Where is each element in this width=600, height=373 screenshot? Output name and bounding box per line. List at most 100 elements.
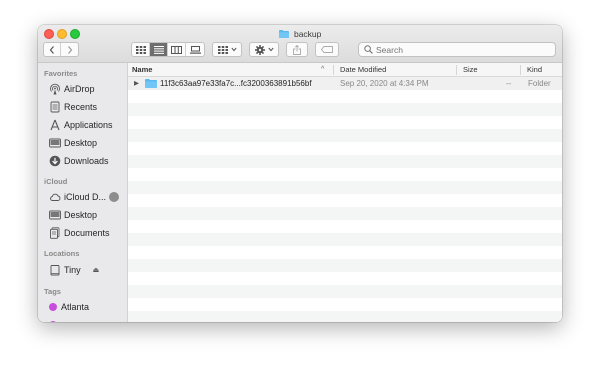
chevron-down-icon — [230, 47, 237, 52]
sidebar-item-label: Tiny — [64, 264, 81, 275]
sidebar-item-airdrop[interactable]: AirDrop — [49, 81, 95, 96]
sidebar-item-downloads[interactable]: Downloads — [49, 153, 109, 168]
sidebar-heading-tags: Tags — [44, 287, 61, 296]
sidebar-item-label: Atlanta — [61, 301, 90, 312]
table-row[interactable]: ▶ 11f3c63aa97e33fa7c...fc3200363891b56bf… — [128, 77, 562, 90]
empty-row — [128, 181, 562, 194]
desktop-icon — [49, 137, 61, 149]
group-by-button[interactable] — [212, 42, 242, 57]
column-divider[interactable] — [520, 65, 521, 75]
tag-button[interactable] — [315, 42, 339, 57]
sidebar-item-icloud-desktop[interactable]: Desktop — [49, 207, 97, 222]
purple-tag-dot-icon — [49, 320, 57, 322]
desktop-icon — [49, 209, 61, 221]
share-button[interactable] — [286, 42, 308, 57]
empty-row — [128, 259, 562, 272]
list-view-icon — [153, 45, 164, 54]
column-name-header[interactable]: Name — [132, 63, 152, 77]
laptop-icon — [49, 264, 61, 276]
sidebar-heading-favorites: Favorites — [44, 69, 78, 78]
finder-window: backup Search Favorites AirDrop Recents … — [38, 25, 562, 322]
search-input[interactable] — [373, 44, 546, 55]
sidebar-item-tag-atlanta[interactable]: Atlanta — [47, 299, 89, 314]
search-field[interactable] — [358, 42, 556, 57]
view-mode-control — [131, 42, 205, 57]
column-date-header[interactable]: Date Modified — [340, 63, 386, 77]
gear-icon — [254, 44, 265, 55]
chevron-down-icon — [267, 47, 274, 52]
file-date-modified: Sep 20, 2020 at 4:34 PM — [340, 79, 429, 88]
eject-icon[interactable]: ⏏ — [93, 266, 100, 274]
toolbar: backup — [38, 25, 562, 63]
forward-button[interactable] — [61, 43, 78, 56]
back-button[interactable] — [44, 43, 62, 56]
sidebar-item-icloud-drive[interactable]: iCloud D... — [49, 189, 120, 204]
sync-progress-icon — [109, 191, 120, 202]
cloud-icon — [49, 191, 61, 203]
column-divider[interactable] — [456, 65, 457, 75]
empty-row — [128, 168, 562, 181]
icon-view-button[interactable] — [132, 43, 150, 56]
empty-row — [128, 298, 562, 311]
sidebar-item-tag-next[interactable] — [47, 317, 61, 322]
column-divider[interactable] — [333, 65, 334, 75]
empty-row — [128, 103, 562, 116]
window-title: backup — [38, 27, 562, 39]
sidebar-item-documents[interactable]: Documents — [49, 225, 110, 240]
list-view-button[interactable] — [150, 43, 168, 56]
empty-row — [128, 207, 562, 220]
empty-row — [128, 194, 562, 207]
empty-row — [128, 129, 562, 142]
sidebar-item-label: Applications — [64, 119, 113, 130]
gallery-view-button[interactable] — [186, 43, 204, 56]
applications-icon — [49, 119, 61, 131]
empty-row — [128, 116, 562, 129]
column-view-button[interactable] — [168, 43, 186, 56]
sidebar-item-label: Desktop — [64, 137, 98, 148]
sidebar-item-label: Downloads — [64, 155, 109, 166]
sidebar-heading-locations: Locations — [44, 249, 80, 258]
column-view-icon — [171, 45, 182, 54]
chevron-right-icon — [67, 45, 72, 54]
sidebar-item-desktop[interactable]: Desktop — [49, 135, 97, 150]
sidebar-item-label: Documents — [64, 227, 110, 238]
nav-buttons — [43, 42, 79, 57]
sidebar-item-recents[interactable]: Recents — [49, 99, 97, 114]
empty-row — [128, 285, 562, 298]
file-rows: ▶ 11f3c63aa97e33fa7c...fc3200363891b56bf… — [128, 77, 562, 322]
sidebar-heading-icloud: iCloud — [44, 177, 68, 186]
disclosure-triangle-icon[interactable]: ▶ — [134, 77, 139, 90]
sidebar: Favorites AirDrop Recents Applications D… — [38, 63, 128, 322]
empty-row — [128, 272, 562, 285]
sort-ascending-icon: ^ — [321, 66, 325, 73]
search-icon — [364, 45, 373, 54]
empty-row — [128, 233, 562, 246]
file-size: -- — [506, 79, 512, 88]
folder-icon — [278, 29, 289, 38]
window-title-text: backup — [293, 28, 322, 39]
downloads-icon — [49, 155, 61, 167]
purple-tag-dot-icon — [49, 302, 57, 311]
action-button[interactable] — [249, 42, 279, 57]
sidebar-item-tiny[interactable]: Tiny ⏏ — [49, 262, 99, 277]
icon-view-icon — [135, 45, 146, 54]
grid-group-icon — [217, 45, 228, 54]
empty-row — [128, 246, 562, 259]
empty-row — [128, 311, 562, 322]
folder-icon — [145, 79, 157, 90]
column-kind-header[interactable]: Kind — [527, 63, 542, 77]
empty-row — [128, 90, 562, 103]
chevron-left-icon — [49, 45, 54, 54]
tag-icon — [321, 46, 333, 53]
file-list: Name ^ Date Modified Size Kind ▶ 11f3c63… — [128, 63, 562, 322]
empty-row — [128, 155, 562, 168]
file-kind: Folder — [528, 79, 551, 88]
empty-row — [128, 220, 562, 233]
column-header: Name ^ Date Modified Size Kind — [128, 63, 562, 77]
gallery-view-icon — [189, 45, 201, 54]
file-name: 11f3c63aa97e33fa7c...fc3200363891b56bf — [160, 79, 312, 88]
share-icon — [293, 44, 301, 55]
sidebar-item-applications[interactable]: Applications — [49, 117, 113, 132]
column-size-header[interactable]: Size — [463, 63, 478, 77]
recents-icon — [49, 101, 61, 113]
